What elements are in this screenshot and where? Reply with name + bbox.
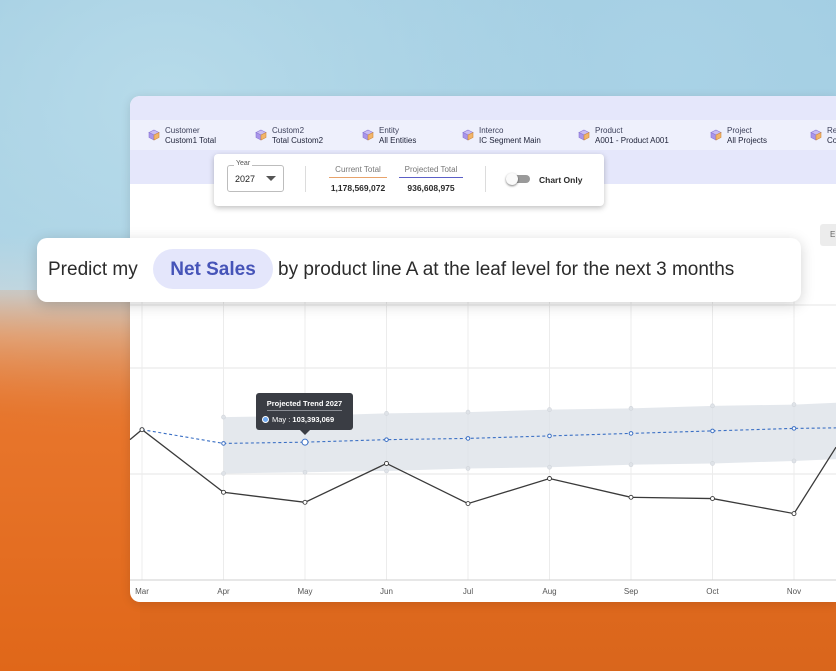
band-point bbox=[221, 471, 226, 476]
x-tick-label: May bbox=[297, 587, 312, 596]
projected-total: Projected Total 936,608,975 bbox=[399, 165, 463, 193]
band-point bbox=[791, 458, 797, 464]
projected-total-label: Projected Total bbox=[399, 165, 463, 178]
tooltip-row-value: 103,393,069 bbox=[292, 415, 335, 424]
band-point bbox=[710, 461, 715, 466]
actual-point[interactable] bbox=[302, 499, 308, 505]
projected-point[interactable] bbox=[710, 428, 715, 434]
tooltip-arrow bbox=[300, 430, 310, 435]
band-point bbox=[710, 403, 715, 409]
actual-point[interactable] bbox=[791, 511, 797, 517]
actual-point[interactable] bbox=[384, 461, 389, 466]
x-tick-label: Sep bbox=[624, 587, 639, 596]
series-dot-icon bbox=[262, 416, 269, 423]
projected-point[interactable] bbox=[628, 431, 634, 436]
projected-total-value: 936,608,975 bbox=[407, 183, 455, 193]
year-label: Year bbox=[234, 160, 253, 167]
band-point bbox=[302, 469, 308, 475]
band-point bbox=[384, 468, 389, 474]
x-axis-labels: Mar Apr May Jun Jul Aug Sep Oct Nov bbox=[135, 587, 801, 596]
year-value: 2027 bbox=[235, 174, 256, 184]
actual-point[interactable] bbox=[221, 489, 226, 495]
year-select[interactable]: Year 2027 bbox=[227, 160, 284, 192]
projected-point[interactable] bbox=[301, 438, 309, 446]
band-point bbox=[465, 409, 471, 415]
band-point bbox=[628, 406, 634, 411]
band-point bbox=[547, 407, 552, 412]
toggle-knob[interactable] bbox=[506, 173, 518, 185]
metric-chip-label: Net Sales bbox=[170, 259, 256, 280]
band-point bbox=[384, 411, 389, 416]
x-tick-label: Oct bbox=[706, 587, 719, 596]
x-tick-label: Apr bbox=[217, 587, 230, 596]
actual-point[interactable] bbox=[139, 427, 145, 433]
export-button[interactable]: E bbox=[820, 224, 836, 246]
chevron-down-icon bbox=[266, 176, 276, 181]
x-tick-label: Mar bbox=[135, 587, 149, 596]
x-tick-label: Jun bbox=[380, 587, 393, 596]
tooltip-title: Projected Trend 2027 bbox=[266, 399, 343, 408]
projected-point[interactable] bbox=[221, 441, 226, 446]
actual-point[interactable] bbox=[710, 496, 715, 502]
forecast-chart: Mar Apr May Jun Jul Aug Sep Oct Nov bbox=[129, 300, 836, 596]
metric-chip[interactable]: Net Sales bbox=[153, 249, 273, 289]
chart-only-label: Chart Only bbox=[539, 175, 583, 185]
tooltip-row-label: May : bbox=[272, 415, 293, 424]
actual-point[interactable] bbox=[628, 494, 634, 500]
x-tick-label: Nov bbox=[787, 587, 801, 596]
band-point bbox=[221, 414, 226, 420]
projected-point[interactable] bbox=[384, 437, 389, 442]
band-point bbox=[465, 466, 471, 471]
band-point bbox=[791, 402, 797, 407]
actual-point[interactable] bbox=[547, 476, 552, 481]
projected-point[interactable] bbox=[465, 436, 471, 441]
tooltip-divider bbox=[267, 410, 342, 411]
divider bbox=[485, 166, 486, 192]
current-total-value: 1,178,569,072 bbox=[330, 183, 386, 193]
prompt-text-end: by product line A at the leaf level for … bbox=[278, 259, 735, 280]
projected-point[interactable] bbox=[547, 433, 552, 439]
x-tick-label: Jul bbox=[463, 587, 473, 596]
current-total: Current Total 1,178,569,072 bbox=[329, 165, 387, 193]
chart-only-toggle[interactable] bbox=[506, 173, 530, 185]
actual-point[interactable] bbox=[465, 501, 471, 507]
band-point bbox=[628, 462, 634, 468]
current-total-label: Current Total bbox=[329, 165, 387, 178]
summary-panel: Year 2027 Current Total 1,178,569,072 Pr… bbox=[214, 154, 604, 206]
x-tick-label: Aug bbox=[542, 587, 556, 596]
projected-point[interactable] bbox=[791, 426, 797, 431]
chart-tooltip: Projected Trend 2027 May : 103,393,069 bbox=[256, 393, 353, 435]
band-point bbox=[547, 464, 552, 470]
tooltip-row: May : 103,393,069 bbox=[262, 415, 334, 424]
prompt-text-start: Predict my bbox=[48, 259, 138, 280]
prompt-card: Predict my Net Sales by product line A a… bbox=[37, 238, 801, 302]
divider bbox=[305, 166, 306, 192]
